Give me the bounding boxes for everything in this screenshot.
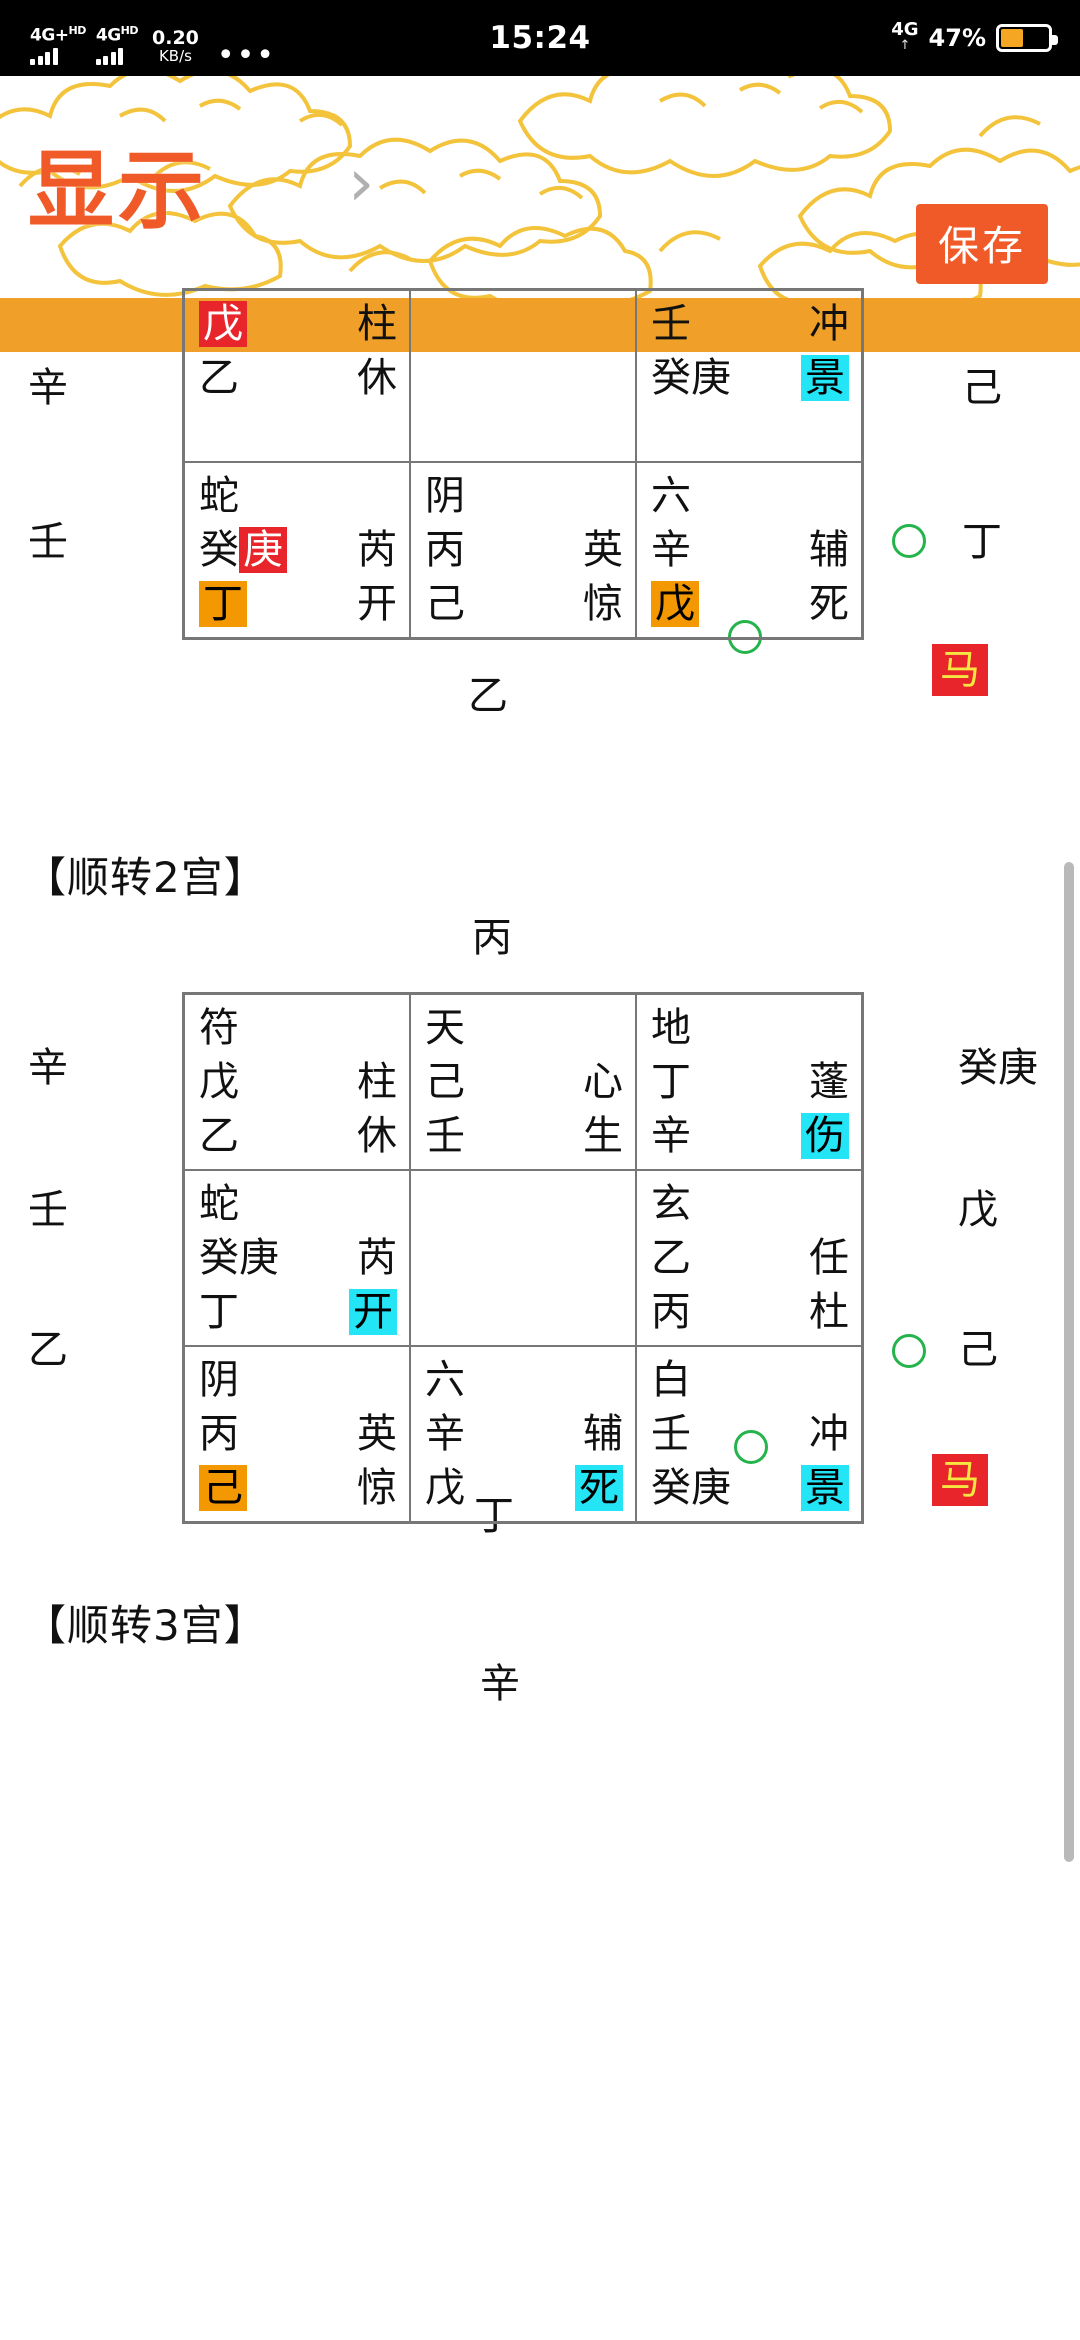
grid-cell[interactable]: 天 己心 壬生: [409, 992, 637, 1171]
panel2-left-label-2: 乙: [28, 1327, 68, 1373]
grid-cell[interactable]: 阴 丙英 己惊: [409, 461, 637, 640]
panel-2: 【顺转2宫】 丙 辛 壬 乙 癸庚 戊 己 马 丁 符 戊柱 乙休 天 己心 壬…: [0, 822, 1080, 1582]
grid-cell[interactable]: 白 壬冲 癸庚景: [635, 1345, 864, 1524]
panel2-top-label: 丙: [472, 915, 512, 961]
battery-icon: [996, 24, 1058, 52]
grid-cell[interactable]: 六 辛辅 戊死: [409, 1345, 637, 1524]
panel1-right-label-0: 己: [962, 365, 1002, 411]
grid-cell[interactable]: 玄 乙任 丙杜: [635, 1169, 864, 1347]
grid-cell[interactable]: [409, 288, 637, 463]
table-row: 符 戊柱 乙休 天 己心 壬生 地 丁蓬 辛伤: [182, 992, 864, 1171]
grid-cell[interactable]: 蛇 癸庚芮 丁开: [182, 461, 411, 640]
panel2-right-label-0: 癸庚: [958, 1045, 1038, 1091]
panel2-ma-badge: 马: [932, 1454, 988, 1506]
grid-cell[interactable]: 壬冲 癸庚景: [635, 288, 864, 463]
panel-3: 【顺转3宫】 辛: [0, 1582, 1080, 1707]
panel2-left-label-1: 壬: [28, 1187, 68, 1233]
page-title: 显示: [28, 141, 208, 241]
panel1-grid: 戊柱 乙休 壬冲 癸庚景 蛇 癸庚芮 丁开 阴 丙 英 己 惊 六 辛 辅 戊 …: [182, 288, 864, 640]
section-3-title: 【顺转3宫】: [24, 1601, 267, 1650]
grid-cell[interactable]: 蛇 癸庚芮 丁开: [182, 1169, 411, 1347]
status-bar: 4G+HD 4GHD 0.20 KB/s ••• 15:24 4G ↑ 47%: [0, 0, 1080, 76]
table-row: 蛇 癸庚芮 丁开 玄 乙任 丙杜: [182, 1169, 864, 1347]
panel1-left-label-0: 辛: [28, 365, 68, 411]
panel1-ma-badge: 马: [932, 644, 988, 696]
section-2-title: 【顺转2宫】: [24, 853, 267, 902]
panel1-left-label-1: 壬: [28, 519, 68, 565]
panel2-left-label-0: 辛: [28, 1045, 68, 1091]
panel2-grid: 符 戊柱 乙休 天 己心 壬生 地 丁蓬 辛伤 蛇 癸庚 芮 丁 开 玄 乙 任…: [182, 992, 864, 1524]
panel1-marker-circle-0: [892, 524, 926, 558]
mobile-data-sub: ↑: [899, 38, 911, 53]
grid-cell[interactable]: 六 辛辅 戊死: [635, 461, 864, 640]
panel1-right-label-1: 丁: [962, 519, 1002, 565]
grid-cell[interactable]: 地 丁蓬 辛伤: [635, 992, 864, 1171]
grid-cell[interactable]: 符 戊柱 乙休: [182, 992, 411, 1171]
panel-1: 辛 壬 己 丁 马 乙 戊柱 乙休 壬冲 癸庚景 蛇 癸 庚 芮 丁 开 阴 丙…: [0, 288, 1080, 822]
panel2-marker-circle-0: [892, 1334, 926, 1368]
status-bar-clock: 15:24: [489, 20, 591, 56]
grid-cell[interactable]: [409, 1169, 637, 1347]
chevron-right-icon: ›: [348, 144, 375, 221]
panel2-right-label-2: 己: [958, 1327, 998, 1373]
table-row: 阴 丙英 己惊 六 辛辅 戊死 白 壬冲 癸庚景: [182, 1345, 864, 1524]
app-banner: 显示 › 保存 返回时间设置 ›: [0, 76, 1080, 298]
table-row: 戊柱 乙休 壬冲 癸庚景: [182, 288, 864, 463]
grid-cell[interactable]: 阴 丙英 己惊: [182, 1345, 411, 1524]
table-row: 蛇 癸庚芮 丁开 阴 丙英 己惊 六 辛辅 戊死: [182, 461, 864, 640]
panel1-bottom-label: 乙: [468, 673, 508, 719]
grid-cell[interactable]: 戊柱 乙休: [182, 288, 411, 463]
save-button[interactable]: 保存: [916, 204, 1048, 284]
vertical-scrollbar[interactable]: [1064, 862, 1074, 1862]
panel3-top-label: 辛: [480, 1661, 520, 1707]
panel2-right-label-1: 戊: [958, 1187, 998, 1233]
